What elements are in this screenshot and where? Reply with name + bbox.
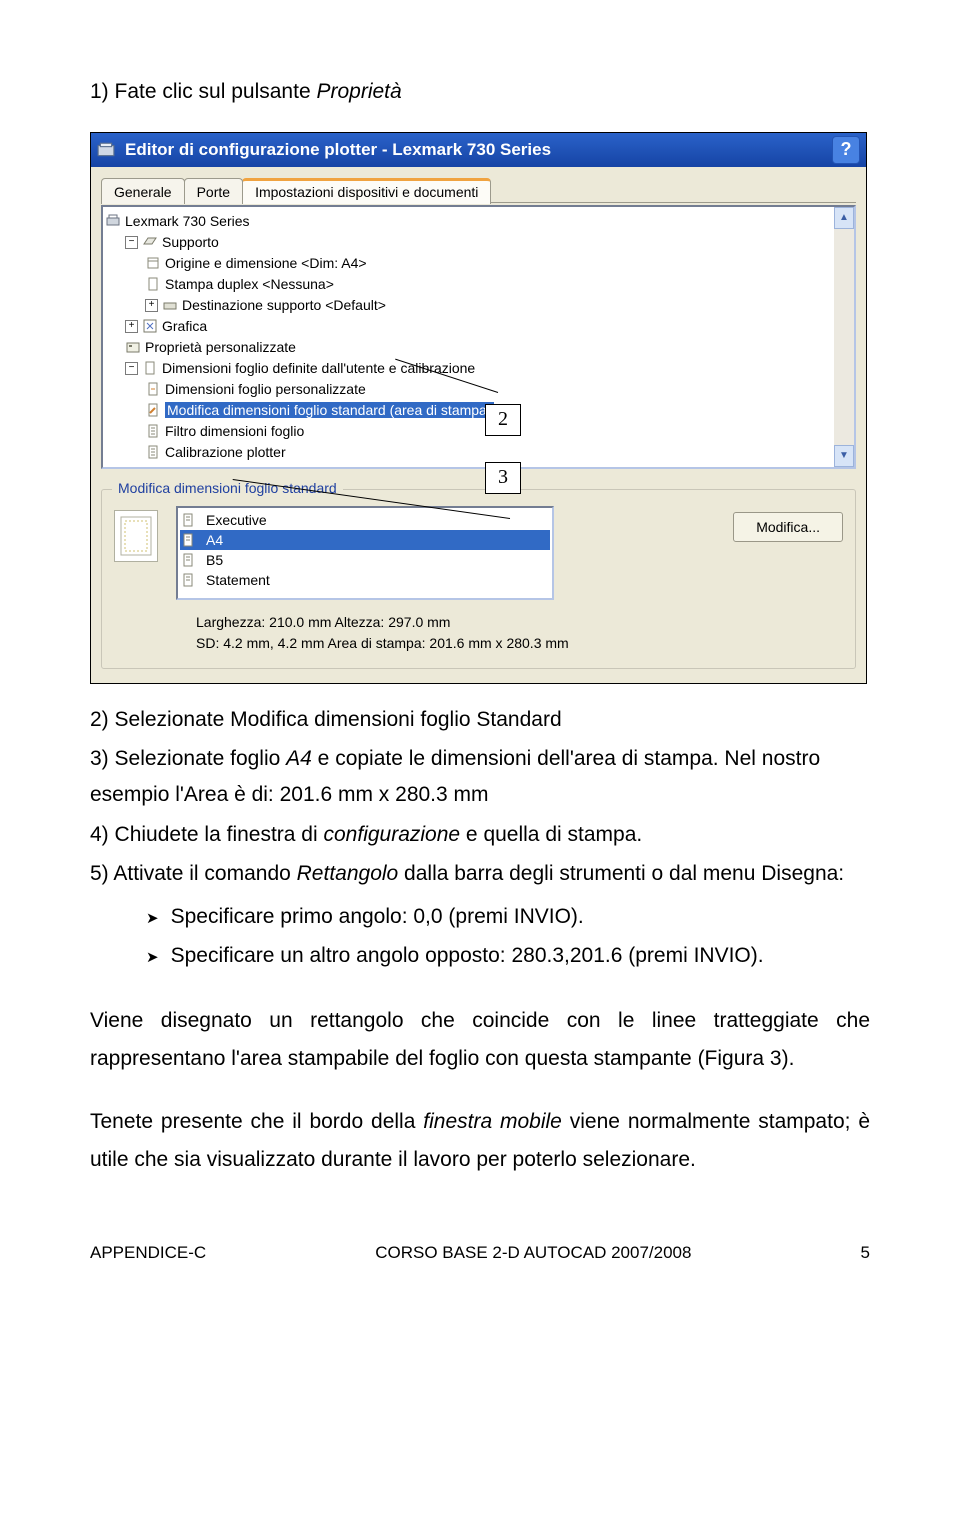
minus-icon[interactable]: − [125, 236, 138, 249]
properties-icon [125, 339, 141, 355]
step-4-post: e quella di stampa. [460, 823, 642, 846]
minus-icon[interactable]: − [125, 362, 138, 375]
window-body: Generale Porte Impostazioni dispositivi … [91, 167, 866, 683]
scroll-down-icon[interactable]: ▼ [834, 445, 854, 467]
step-1-em: Proprietà [316, 80, 401, 103]
step-5-post: dalla barra degli strumenti o dal menu D… [398, 862, 844, 885]
dest-icon [162, 297, 178, 313]
list-item-a4[interactable]: A4 [180, 530, 550, 550]
tabs: Generale Porte Impostazioni dispositivi … [101, 177, 856, 203]
list-icon [145, 444, 161, 460]
screenshot-window: Editor di configurazione plotter - Lexma… [90, 132, 867, 684]
step-5-pre: Attivate il comando [113, 862, 296, 885]
printer-icon [105, 213, 121, 229]
step-5: 5) Attivate il comando Rettangolo dalla … [90, 856, 870, 892]
step-1-text: Fate clic sul pulsante [115, 80, 317, 103]
paragraph-2: Tenete presente che il bordo della fines… [90, 1103, 870, 1179]
list-icon [180, 572, 196, 588]
graphics-icon [142, 318, 158, 334]
tab-porte[interactable]: Porte [184, 178, 243, 204]
group-modifica: Modifica dimensioni foglio standard Exec… [101, 489, 856, 669]
para2-em: finestra mobile [423, 1110, 562, 1133]
modify-button[interactable]: Modifica... [733, 512, 843, 542]
list-icon [180, 512, 196, 528]
page-edit-icon [145, 402, 161, 418]
scrollbar[interactable]: ▲ ▼ [834, 207, 854, 467]
paragraph-1: Viene disegnato un rettangolo che coinci… [90, 1002, 870, 1078]
tree-node-origine[interactable]: Origine e dimensione <Dim: A4> [105, 253, 832, 274]
tree-content: Lexmark 730 Series − Supporto Origine e … [103, 207, 834, 467]
step-4-num: 4) [90, 823, 109, 846]
para2-pre: Tenete presente che il bordo della [90, 1110, 423, 1133]
callout-3: 3 [485, 462, 521, 494]
tree-node-duplex[interactable]: Stampa duplex <Nessuna> [105, 274, 832, 295]
footer-left: APPENDICE-C [90, 1243, 206, 1263]
step-1: 1) Fate clic sul pulsante Proprietà [90, 74, 870, 110]
group-legend: Modifica dimensioni foglio standard [112, 480, 343, 496]
bullet-list: Specificare primo angolo: 0,0 (premi INV… [146, 898, 870, 976]
plus-icon[interactable]: + [145, 299, 158, 312]
tree-node-destinazione[interactable]: + Destinazione supporto <Default> [105, 295, 832, 316]
page-preview-icon [114, 510, 158, 562]
step-4: 4) Chiudete la finestra di configurazion… [90, 817, 870, 853]
tab-impostazioni[interactable]: Impostazioni dispositivi e documenti [242, 178, 491, 204]
step-3-em: A4 [286, 747, 312, 770]
step-2-num: 2) [90, 708, 109, 731]
step-5-num: 5) [90, 862, 109, 885]
tree-view[interactable]: Lexmark 730 Series − Supporto Origine e … [101, 205, 856, 469]
page-icon [142, 360, 158, 376]
step-4-em: configurazione [324, 823, 461, 846]
dimensions-text: Larghezza: 210.0 mm Altezza: 297.0 mm SD… [196, 612, 843, 654]
tree-node-grafica[interactable]: + Grafica [105, 316, 832, 337]
tree-node-proprieta[interactable]: Proprietà personalizzate [105, 337, 832, 358]
step-3-pre: Selezionate foglio [115, 747, 287, 770]
list-item-executive[interactable]: Executive [180, 510, 550, 530]
tree-node-calibrazione[interactable]: Calibrazione plotter [105, 442, 832, 463]
list-icon [145, 423, 161, 439]
help-button[interactable]: ? [832, 136, 860, 164]
step-3-num: 3) [90, 747, 109, 770]
tray-icon [142, 234, 158, 250]
tabstrip-line [490, 202, 856, 203]
app-icon [97, 141, 115, 159]
page-icon [145, 276, 161, 292]
step-4-pre: Chiudete la finestra di [115, 823, 324, 846]
tree-node-supporto[interactable]: − Supporto [105, 232, 832, 253]
footer-center: CORSO BASE 2-D AUTOCAD 2007/2008 [375, 1243, 691, 1263]
tree-node-dimensioni-utente[interactable]: − Dimensioni foglio definite dall'utente… [105, 358, 832, 379]
dim-line-2: SD: 4.2 mm, 4.2 mm Area di stampa: 201.6… [196, 633, 843, 654]
window-title: Editor di configurazione plotter - Lexma… [125, 140, 822, 160]
step-1-num: 1) [90, 80, 109, 103]
step-3: 3) Selezionate foglio A4 e copiate le di… [90, 741, 870, 812]
list-item-b5[interactable]: B5 [180, 550, 550, 570]
list-icon [180, 552, 196, 568]
list-item-statement[interactable]: Statement [180, 570, 550, 590]
bullet-1: Specificare primo angolo: 0,0 (premi INV… [146, 898, 870, 937]
callout-2: 2 [485, 404, 521, 436]
document-page: 1) Fate clic sul pulsante Proprietà Edit… [0, 0, 960, 1303]
page-custom-icon [145, 381, 161, 397]
step-5-em: Rettangolo [297, 862, 399, 885]
bullet-2: Specificare un altro angolo opposto: 280… [146, 937, 870, 976]
scroll-up-icon[interactable]: ▲ [834, 207, 854, 229]
dim-line-1: Larghezza: 210.0 mm Altezza: 297.0 mm [196, 612, 843, 633]
titlebar: Editor di configurazione plotter - Lexma… [91, 133, 866, 167]
listbox-sizes[interactable]: Executive A4 B5 Statement [176, 506, 554, 600]
scroll-track[interactable] [834, 229, 854, 445]
step-2-text: Selezionate Modifica dimensioni foglio S… [115, 708, 562, 731]
tree-node-filtro[interactable]: Filtro dimensioni foglio [105, 421, 832, 442]
plus-icon[interactable]: + [125, 320, 138, 333]
tab-generale[interactable]: Generale [101, 178, 185, 204]
footer-right: 5 [861, 1243, 870, 1263]
source-icon [145, 255, 161, 271]
footer: APPENDICE-C CORSO BASE 2-D AUTOCAD 2007/… [90, 1243, 870, 1263]
tree-node-root[interactable]: Lexmark 730 Series [105, 211, 832, 232]
list-icon [180, 532, 196, 548]
tree-node-modifica-dim-standard[interactable]: Modifica dimensioni foglio standard (are… [105, 400, 832, 421]
step-2: 2) Selezionate Modifica dimensioni fogli… [90, 702, 870, 738]
